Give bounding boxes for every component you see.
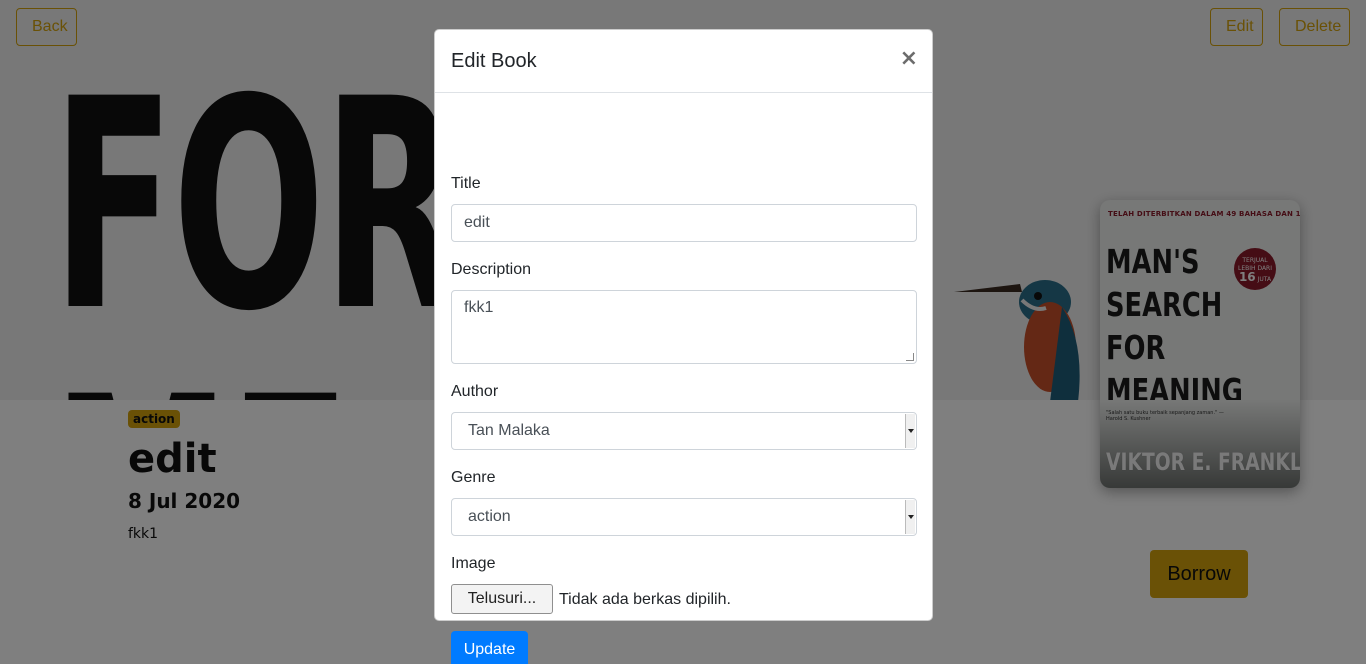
close-icon[interactable]: ×: [900, 47, 918, 71]
title-label: Title: [451, 175, 481, 192]
modal-title: Edit Book: [451, 50, 537, 72]
author-label: Author: [451, 383, 499, 400]
edit-book-modal: Edit Book × Title Description fkk1 Autho…: [434, 29, 933, 664]
update-button[interactable]: Update: [451, 631, 528, 664]
chevron-down-icon: [905, 500, 915, 534]
genre-selected-value: action: [468, 508, 511, 525]
author-select[interactable]: Tan Malaka: [451, 412, 917, 450]
author-selected-value: Tan Malaka: [468, 422, 550, 439]
file-status-text: Tidak ada berkas dipilih.: [559, 591, 731, 608]
description-textarea[interactable]: fkk1: [451, 290, 917, 364]
image-label: Image: [451, 555, 496, 572]
modal-header: Edit Book ×: [435, 30, 932, 93]
description-value: fkk1: [464, 299, 494, 316]
chevron-down-icon: [905, 414, 915, 448]
browse-file-button[interactable]: Telusuri...: [451, 584, 553, 614]
description-label: Description: [451, 261, 532, 278]
genre-label: Genre: [451, 469, 496, 486]
title-input[interactable]: [451, 204, 917, 242]
resize-handle-icon[interactable]: [906, 353, 914, 361]
genre-select[interactable]: action: [451, 498, 917, 536]
